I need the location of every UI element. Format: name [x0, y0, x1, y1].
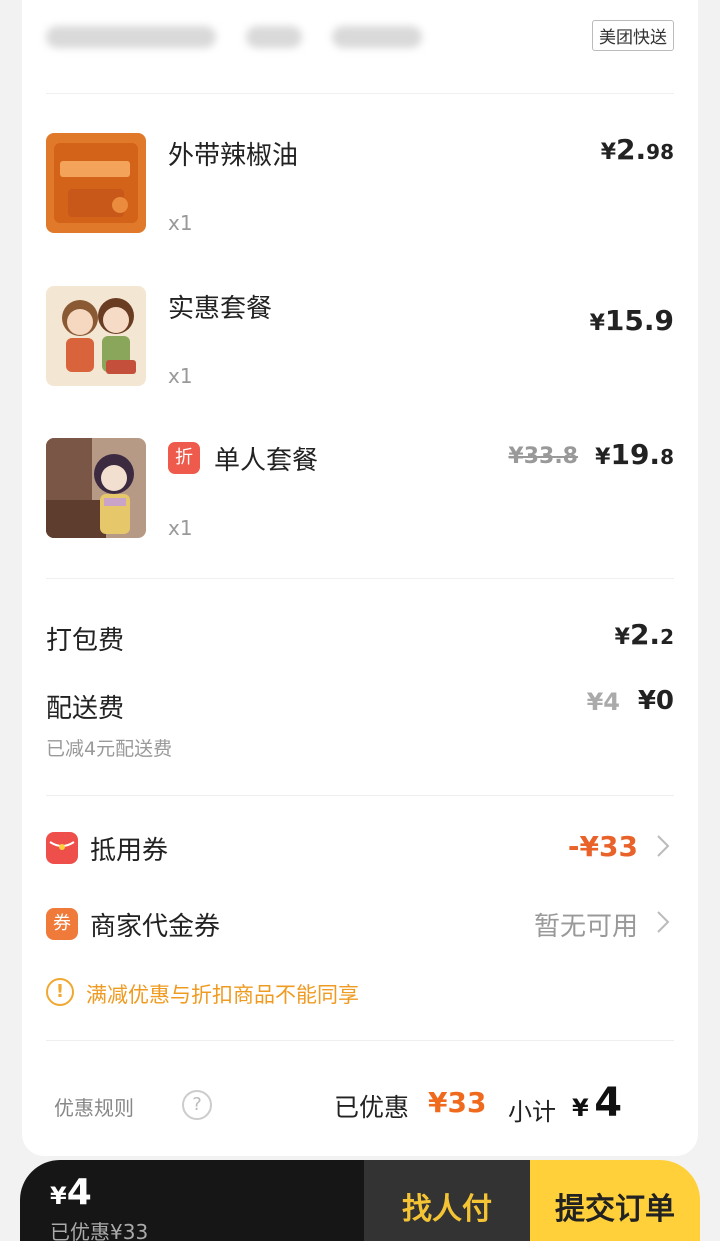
single-meal-thumbnail — [46, 438, 146, 538]
order-item[interactable]: 外带辣椒油 x1 ¥2.98 — [46, 133, 674, 239]
discount-rules-link[interactable]: 优惠规则 — [54, 1092, 134, 1121]
subtotal-value: ¥ 4 — [572, 1080, 623, 1126]
original-price: ¥33.8 — [508, 444, 578, 469]
shop-name-blurred — [46, 26, 216, 48]
shop-info-blurred — [246, 26, 302, 48]
pay-for-me-button[interactable]: 找人付 — [364, 1160, 530, 1241]
voucher-label: 抵用券 — [90, 836, 169, 866]
red-packet-icon — [46, 832, 78, 864]
item-name: 外带辣椒油 — [168, 141, 299, 171]
item-price: ¥15.9 — [589, 304, 674, 337]
help-icon[interactable]: ? — [182, 1090, 212, 1120]
delivery-fee-price: ¥0 — [637, 686, 674, 716]
order-card: 美团快送 外带辣椒油 x1 ¥2.98 实惠套餐 x1 ¥15.9 折 单人套餐… — [22, 0, 698, 1156]
packing-fee-price: ¥2.2 — [614, 618, 674, 651]
item-quantity: x1 — [168, 211, 193, 235]
order-summary: 优惠规则 ? 已优惠 ¥33 小计 ¥ 4 — [46, 1080, 674, 1130]
delivery-fee-original: ¥4 — [586, 688, 620, 716]
checkout-bar: ¥4 已优惠¥33 找人付 提交订单 — [20, 1160, 700, 1241]
warning-icon: ! — [46, 978, 74, 1006]
item-price: ¥19.8 — [595, 438, 674, 471]
shop-info-blurred — [332, 26, 422, 48]
chevron-right-icon — [657, 835, 670, 857]
delivery-tag: 美团快送 — [592, 20, 674, 51]
merchant-voucher-row[interactable]: 券 商家代金券 暂无可用 — [46, 902, 674, 946]
item-price: ¥2.98 — [600, 133, 674, 166]
delivery-fee-note: 已减4元配送费 — [46, 738, 173, 760]
saved-value: ¥33 — [428, 1086, 487, 1119]
merchant-voucher-value: 暂无可用 — [533, 912, 638, 942]
divider — [46, 93, 674, 94]
subtotal-label: 小计 — [508, 1098, 556, 1126]
total-panel: ¥4 已优惠¥33 — [20, 1160, 364, 1241]
shop-header: 美团快送 — [46, 16, 674, 56]
item-name: 单人套餐 — [214, 446, 319, 476]
voucher-row[interactable]: 抵用券 -¥33 — [46, 826, 674, 870]
item-name: 实惠套餐 — [168, 294, 273, 324]
coupon-icon: 券 — [46, 908, 78, 940]
divider — [46, 578, 674, 579]
total-saved: 已优惠¥33 — [50, 1220, 149, 1241]
total-amount: ¥4 — [50, 1172, 92, 1213]
divider — [46, 1040, 674, 1041]
order-item[interactable]: 折 单人套餐 x1 ¥33.8 ¥19.8 — [46, 438, 674, 544]
item-quantity: x1 — [168, 364, 193, 388]
delivery-fee-label: 配送费 — [46, 694, 125, 724]
submit-order-button[interactable]: 提交订单 — [530, 1160, 700, 1241]
divider — [46, 795, 674, 796]
warning-text: 满减优惠与折扣商品不能同享 — [86, 983, 359, 1007]
packing-fee-label: 打包费 — [46, 626, 125, 656]
order-item[interactable]: 实惠套餐 x1 ¥15.9 — [46, 286, 674, 392]
saved-label: 已优惠 — [334, 1093, 410, 1122]
combo-meal-thumbnail — [46, 286, 146, 386]
voucher-value: -¥33 — [567, 830, 638, 863]
merchant-voucher-label: 商家代金券 — [90, 912, 221, 942]
item-quantity: x1 — [168, 516, 193, 540]
chevron-right-icon — [657, 911, 670, 933]
chili-oil-thumbnail — [46, 133, 146, 233]
discount-badge: 折 — [168, 442, 200, 474]
